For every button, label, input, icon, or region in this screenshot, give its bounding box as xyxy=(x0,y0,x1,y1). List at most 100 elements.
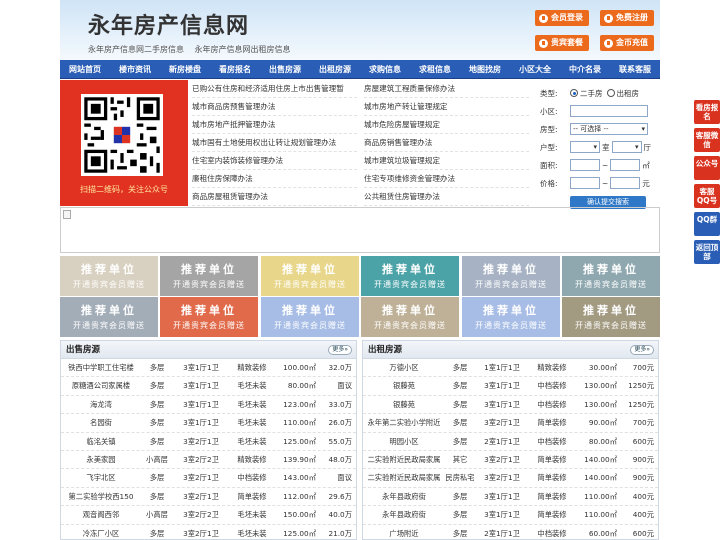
side-qq-group[interactable]: QQ群 xyxy=(694,212,720,236)
listing-row[interactable]: 永年县政府街 多层 3室1厅1卫 简单装修 110.00㎡ 400元 xyxy=(363,488,658,507)
community-input[interactable] xyxy=(570,105,648,117)
nav-contact[interactable]: 联系客服 xyxy=(610,60,660,78)
listing-row[interactable]: 银藤苑 多层 3室1厅1卫 中档装修 130.00㎡ 1250元 xyxy=(363,396,658,415)
policy-link[interactable]: 城市国有土地使用权出让转让规划管理办法 xyxy=(192,134,357,152)
vip-package-button[interactable]: 贵宾套餐 xyxy=(535,35,589,51)
login-button[interactable]: 会员登录 xyxy=(535,10,589,26)
listing-row[interactable]: 广场附近 多层 2室1厅1卫 中档装修 60.00㎡ 600元 xyxy=(363,525,658,539)
policy-link[interactable]: 公共租赁住房管理办法 xyxy=(364,188,529,206)
recommend-unit-tile[interactable]: 推荐单位 开通贵宾会员赠送 xyxy=(60,297,158,337)
listing-community[interactable]: 观音阁西邻 xyxy=(61,506,141,523)
nav-new-homes[interactable]: 新房楼盘 xyxy=(160,60,210,78)
listing-community[interactable]: 永美家园 xyxy=(61,451,141,468)
listing-row[interactable]: 永美家园 小高层 3室2厅2卫 精致装修 139.90㎡ 48.0万 xyxy=(61,451,356,470)
listing-community[interactable]: 永年第二实验小学附近 xyxy=(363,414,445,431)
policy-link[interactable]: 城市房地产抵押管理办法 xyxy=(192,116,357,134)
side-back-top[interactable]: 返回顶部 xyxy=(694,240,720,264)
listing-community[interactable]: 临洺关镇 xyxy=(61,433,141,450)
side-wechat[interactable]: 客服微信 xyxy=(694,128,720,152)
recommend-unit-tile[interactable]: 推荐单位 开通贵宾会员赠送 xyxy=(462,256,560,296)
secondhand-link[interactable]: 永年房产信息网二手房信息 xyxy=(88,45,184,54)
price-min-input[interactable] xyxy=(570,177,600,189)
recommend-unit-tile[interactable]: 推荐单位 开通贵宾会员赠送 xyxy=(562,256,660,296)
listing-community[interactable]: 明园小区 xyxy=(363,433,445,450)
listing-community[interactable]: 永年县政府街 xyxy=(363,488,445,505)
sale-more-button[interactable]: 更多» xyxy=(328,345,352,355)
price-max-input[interactable] xyxy=(610,177,641,189)
nav-agents[interactable]: 中介名录 xyxy=(560,60,610,78)
listing-community[interactable]: 广场附近 xyxy=(363,525,445,539)
housing-type-select[interactable]: -- 可选择 -- ▾ xyxy=(570,123,648,135)
recommend-unit-tile[interactable]: 推荐单位 开通贵宾会员赠送 xyxy=(361,297,459,337)
policy-link[interactable]: 住宅室内装饰装修管理办法 xyxy=(192,152,357,170)
recommend-unit-tile[interactable]: 推荐单位 开通贵宾会员赠送 xyxy=(562,297,660,337)
recommend-unit-tile[interactable]: 推荐单位 开通贵宾会员赠送 xyxy=(261,256,359,296)
listing-community[interactable]: 冷冻厂小区 xyxy=(61,525,141,539)
listing-row[interactable]: 二实验附近民政局家属 其它 3室2厅1卫 简单装修 140.00㎡ 900元 xyxy=(363,451,658,470)
listing-row[interactable]: 临洺关镇 多层 3室2厅1卫 毛坯未装 125.00㎡ 55.0万 xyxy=(61,433,356,451)
listing-community[interactable]: 永年县政府街 xyxy=(363,506,445,523)
radio-rental[interactable] xyxy=(606,89,615,97)
listing-row[interactable]: 二实验附近民政局家属 民房私宅 3室2厅1卫 简单装修 140.00㎡ 900元 xyxy=(363,469,658,488)
policy-link[interactable]: 城市危险房屋管理规定 xyxy=(364,116,529,134)
listing-community[interactable]: 第二实验学校西150 xyxy=(61,488,141,505)
policy-link[interactable]: 商品房销售管理办法 xyxy=(364,134,529,152)
listing-community[interactable]: 名园街 xyxy=(61,414,141,431)
listing-row[interactable]: 飞宇北区 多层 3室2厅1卫 中档装修 143.00㎡ 面议 xyxy=(61,469,356,488)
listing-row[interactable]: 海龙湾 多层 3室1厅1卫 毛坯未装 123.00㎡ 33.0万 xyxy=(61,396,356,415)
recommend-unit-tile[interactable]: 推荐单位 开通贵宾会员赠送 xyxy=(60,256,158,296)
listing-community[interactable]: 银藤苑 xyxy=(363,377,445,394)
recommend-unit-tile[interactable]: 推荐单位 开通贵宾会员赠送 xyxy=(361,256,459,296)
listing-community[interactable]: 海龙湾 xyxy=(61,396,141,413)
radio-secondhand[interactable] xyxy=(570,89,578,97)
register-button[interactable]: 免费注册 xyxy=(600,10,654,26)
area-min-input[interactable] xyxy=(570,159,600,171)
policy-link[interactable]: 城市建筑垃圾管理规定 xyxy=(364,152,529,170)
policy-link[interactable]: 城市商品房预售管理办法 xyxy=(192,98,357,116)
recommend-unit-tile[interactable]: 推荐单位 开通贵宾会员赠送 xyxy=(261,297,359,337)
nav-viewing-signup[interactable]: 看房报名 xyxy=(210,60,260,78)
listing-community[interactable]: 原糖酒公司家属楼 xyxy=(61,377,141,394)
listing-row[interactable]: 原糖酒公司家属楼 多层 3室1厅1卫 毛坯未装 80.00㎡ 面议 xyxy=(61,377,356,396)
listing-community[interactable]: 银藤苑 xyxy=(363,396,445,413)
listing-row[interactable]: 银藤苑 多层 3室1厅1卫 中档装修 130.00㎡ 1250元 xyxy=(363,377,658,396)
nav-map[interactable]: 地图找房 xyxy=(460,60,510,78)
policy-link[interactable]: 房屋建筑工程质量保修办法 xyxy=(364,80,529,98)
nav-home[interactable]: 网站首页 xyxy=(60,60,110,78)
hall-select[interactable]: ▾ xyxy=(611,141,642,153)
recommend-unit-tile[interactable]: 推荐单位 开通贵宾会员赠送 xyxy=(462,297,560,337)
banner-ad[interactable] xyxy=(60,207,660,253)
recommend-unit-tile[interactable]: 推荐单位 开通贵宾会员赠送 xyxy=(160,256,258,296)
listing-row[interactable]: 名园街 多层 3室1厅1卫 毛坯未装 110.00㎡ 26.0万 xyxy=(61,414,356,433)
policy-link[interactable]: 廉租住房保障办法 xyxy=(192,170,357,188)
listing-community[interactable]: 二实验附近民政局家属 xyxy=(363,451,445,468)
nav-rent[interactable]: 出租房源 xyxy=(310,60,360,78)
listing-community[interactable]: 飞宇北区 xyxy=(61,469,141,486)
listing-row[interactable]: 观音阁西邻 小高层 3室2厅2卫 毛坯未装 150.00㎡ 40.0万 xyxy=(61,506,356,525)
listing-community[interactable]: 万德小区 xyxy=(363,359,445,376)
rental-link[interactable]: 永年房产信息网出租房信息 xyxy=(195,45,291,54)
listing-row[interactable]: 铁西中学职工住宅楼 多层 3室1厅1卫 精致装修 100.00㎡ 32.0万 xyxy=(61,359,356,378)
policy-link[interactable]: 商品房屋租赁管理办法 xyxy=(192,188,357,206)
policy-link[interactable]: 住宅专项维修资金管理办法 xyxy=(364,170,529,188)
nav-want-buy[interactable]: 求购信息 xyxy=(360,60,410,78)
side-official-account[interactable]: 公众号 xyxy=(694,156,720,180)
listing-row[interactable]: 冷冻厂小区 多层 3室2厅1卫 毛坯未装 125.00㎡ 21.0万 xyxy=(61,525,356,539)
recommend-unit-tile[interactable]: 推荐单位 开通贵宾会员赠送 xyxy=(160,297,258,337)
side-viewing-signup[interactable]: 看房报名 xyxy=(694,100,720,124)
listing-row[interactable]: 永年第二实验小学附近 多层 3室2厅1卫 简单装修 90.00㎡ 700元 xyxy=(363,414,658,433)
policy-link[interactable]: 已购公有住房和经济适用住房上市出售管理暂 xyxy=(192,80,357,98)
recharge-button[interactable]: 金币充值 xyxy=(600,35,654,51)
nav-news[interactable]: 楼市资讯 xyxy=(110,60,160,78)
listing-row[interactable]: 永年县政府街 多层 3室1厅1卫 简单装修 110.00㎡ 400元 xyxy=(363,506,658,525)
policy-link[interactable]: 城市房地产转让管理规定 xyxy=(364,98,529,116)
listing-row[interactable]: 万德小区 多层 1室1厅1卫 精致装修 30.00㎡ 700元 xyxy=(363,359,658,378)
rent-more-button[interactable]: 更多» xyxy=(630,345,654,355)
nav-sale[interactable]: 出售房源 xyxy=(260,60,310,78)
nav-want-rent[interactable]: 求租信息 xyxy=(410,60,460,78)
listing-community[interactable]: 铁西中学职工住宅楼 xyxy=(61,359,141,376)
room-select[interactable]: ▾ xyxy=(570,141,600,153)
listing-row[interactable]: 明园小区 多层 2室1厅1卫 中档装修 80.00㎡ 600元 xyxy=(363,433,658,451)
area-max-input[interactable] xyxy=(610,159,641,171)
side-qq[interactable]: 客服QQ号 xyxy=(694,184,720,208)
